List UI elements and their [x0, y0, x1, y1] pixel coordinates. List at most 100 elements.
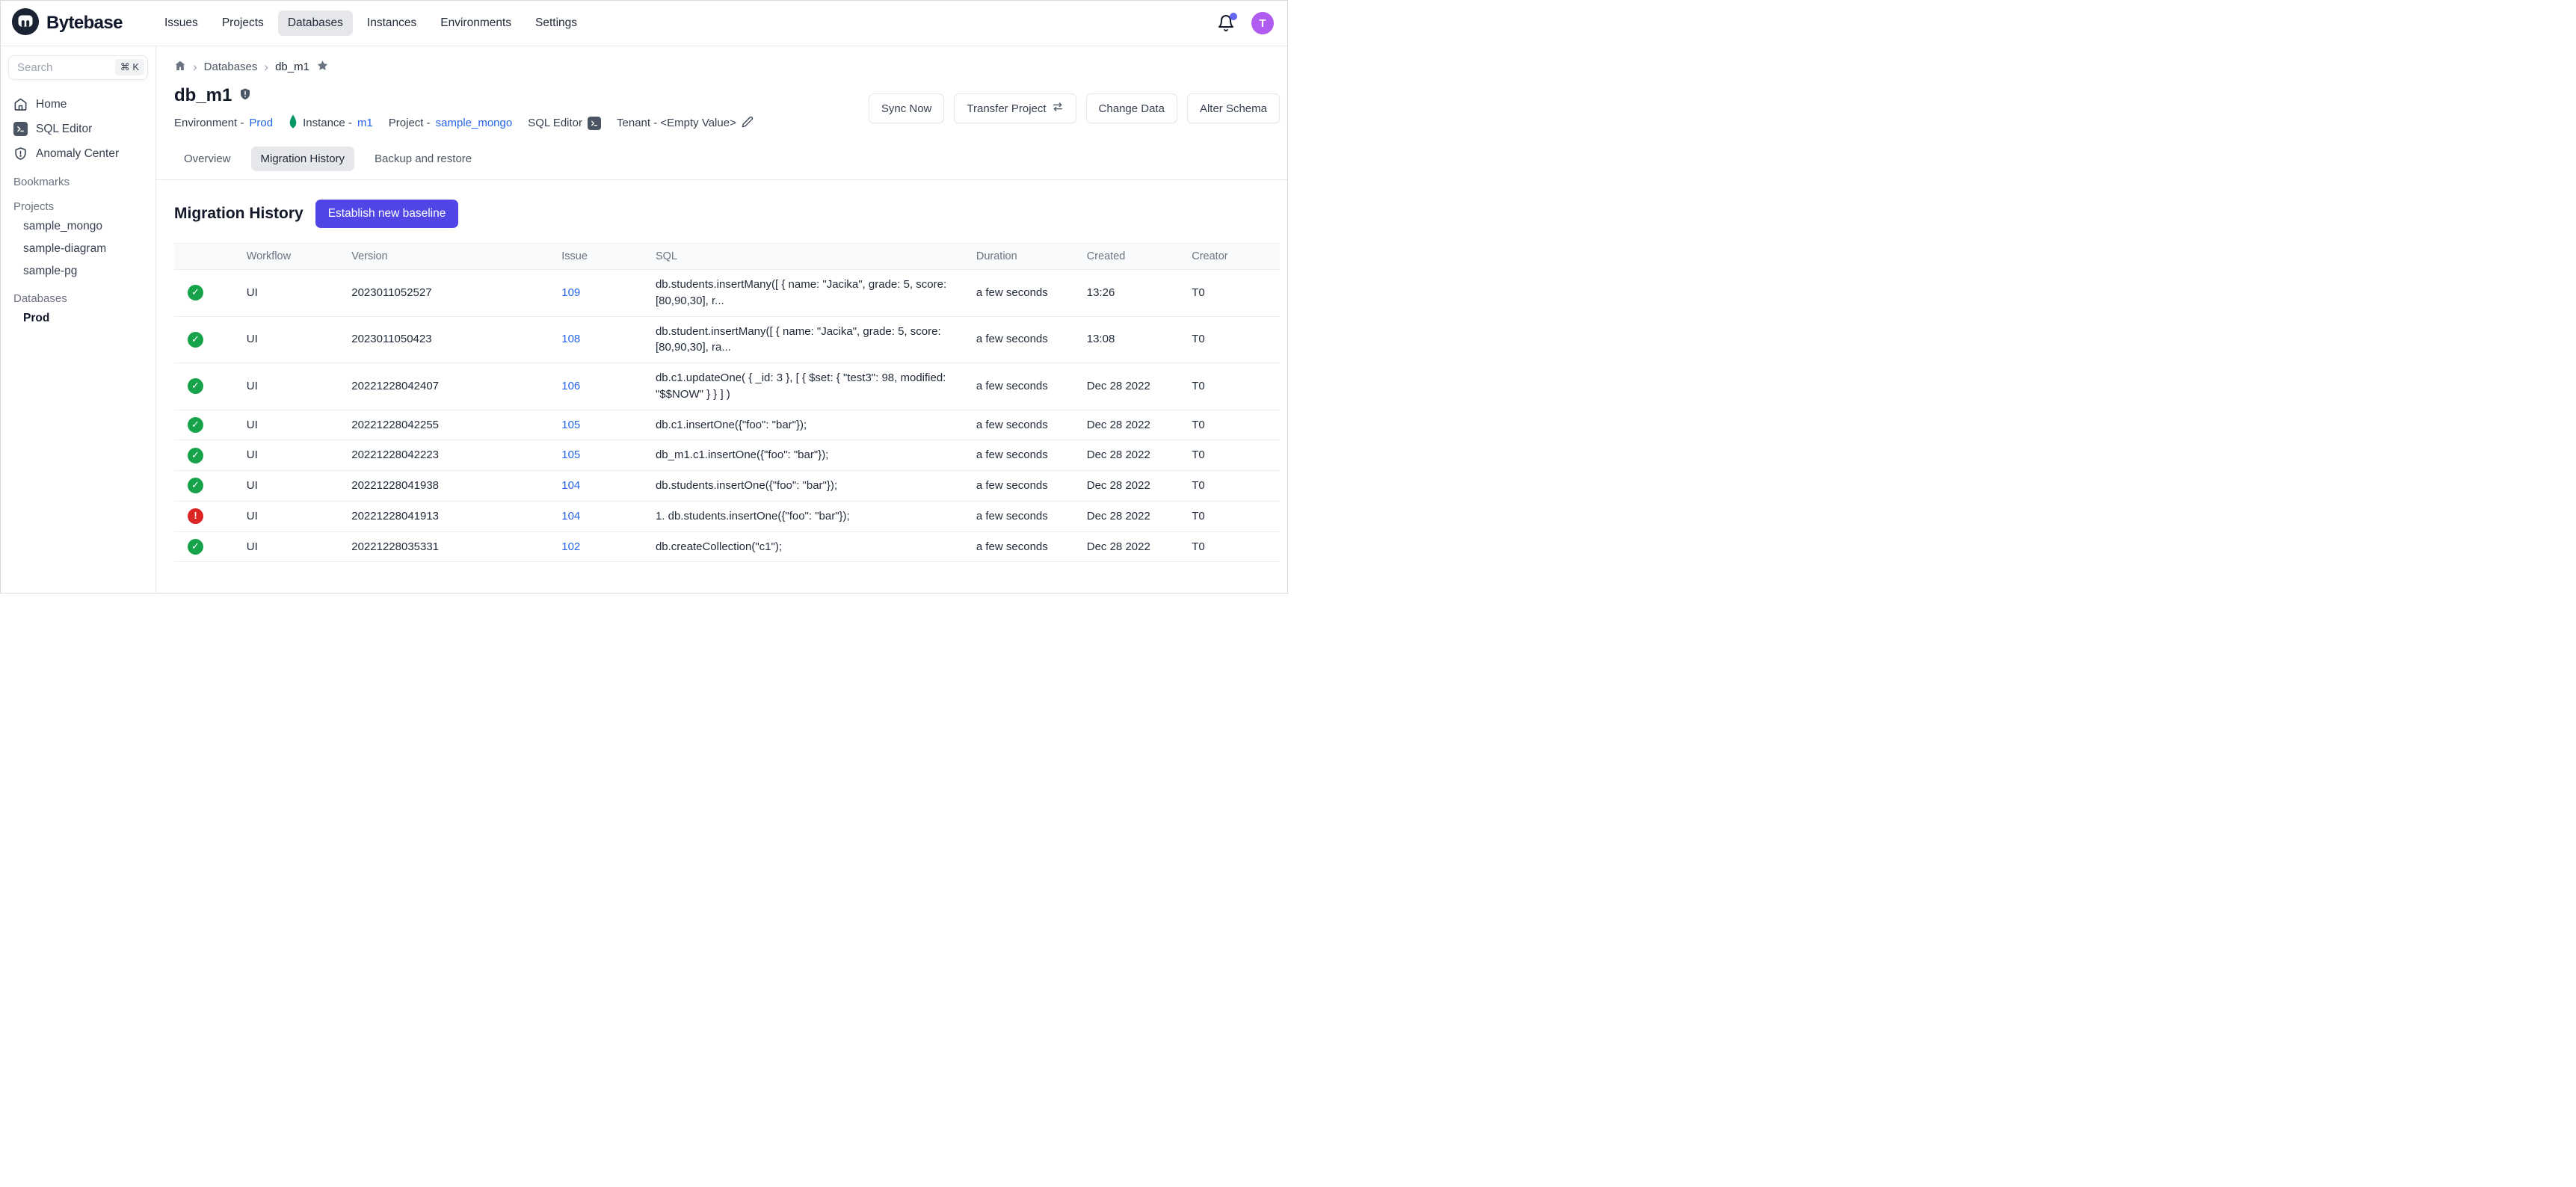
sidebar-item-anomaly-center[interactable]: Anomaly Center — [7, 141, 150, 166]
issue-link[interactable]: 105 — [561, 448, 580, 461]
table-row[interactable]: ✓ UI 20221228042255 105 db.c1.insertOne(… — [174, 410, 1280, 440]
bookmark-star-icon[interactable] — [316, 59, 329, 75]
brand-name: Bytebase — [46, 13, 123, 34]
top-header: Bytebase Issues Projects Databases Insta… — [1, 1, 1287, 46]
change-data-button[interactable]: Change Data — [1086, 93, 1177, 123]
sidebar-item-home[interactable]: Home — [7, 92, 150, 117]
header-right: T — [1217, 12, 1274, 34]
status-error-icon: ! — [188, 508, 203, 524]
issue-link[interactable]: 104 — [561, 479, 580, 492]
title-row: db_m1 Environment - Prod — [174, 85, 1280, 132]
issue-link[interactable]: 109 — [561, 286, 580, 299]
cell-status: ✓ — [174, 410, 241, 440]
cell-creator: T0 — [1186, 363, 1280, 410]
table-row[interactable]: ✓ UI 20221228042407 106 db.c1.updateOne(… — [174, 363, 1280, 410]
table-row[interactable]: ✓ UI 2023011052527 109 db.students.inser… — [174, 270, 1280, 317]
establish-baseline-button[interactable]: Establish new baseline — [315, 200, 459, 228]
table-row[interactable]: ✓ UI 20221228041938 104 db.students.inse… — [174, 471, 1280, 502]
cell-sql: db.student.insertMany([ { name: "Jacika"… — [650, 316, 970, 363]
migration-history-title: Migration History — [174, 205, 303, 223]
sidebar-item-sample-pg[interactable]: sample-pg — [7, 260, 150, 283]
page-title: db_m1 — [174, 85, 232, 106]
nav-issues[interactable]: Issues — [155, 10, 208, 36]
environment-link[interactable]: Prod — [249, 117, 273, 129]
cell-status: ! — [174, 501, 241, 531]
tab-backup-and-restore[interactable]: Backup and restore — [365, 147, 481, 171]
cell-creator: T0 — [1186, 471, 1280, 502]
status-success-icon: ✓ — [188, 285, 203, 300]
sql-editor-label: SQL Editor — [528, 117, 582, 129]
breadcrumb-databases[interactable]: Databases — [204, 61, 258, 73]
cell-issue: 104 — [555, 471, 650, 502]
app-window: Bytebase Issues Projects Databases Insta… — [0, 0, 1288, 594]
search-box: ⌘ K — [8, 55, 148, 80]
cell-created: Dec 28 2022 — [1081, 363, 1186, 410]
bytebase-logo[interactable]: Bytebase — [11, 7, 155, 40]
instance-link[interactable]: m1 — [357, 117, 373, 129]
table-row[interactable]: ✓ UI 20221228042223 105 db_m1.c1.insertO… — [174, 440, 1280, 471]
cell-issue: 104 — [555, 501, 650, 531]
cell-issue: 108 — [555, 316, 650, 363]
nav-settings[interactable]: Settings — [526, 10, 587, 36]
cell-sql: db.students.insertMany([ { name: "Jacika… — [650, 270, 970, 317]
search-shortcut-badge: ⌘ K — [115, 59, 144, 75]
edit-tenant-pencil-icon[interactable] — [742, 116, 754, 131]
table-row[interactable]: ✓ UI 2023011050423 108 db.student.insert… — [174, 316, 1280, 363]
migration-section-header: Migration History Establish new baseline — [174, 200, 1280, 228]
nav-environments[interactable]: Environments — [431, 10, 521, 36]
nav-instances[interactable]: Instances — [357, 10, 426, 36]
nav-projects[interactable]: Projects — [212, 10, 274, 36]
cell-workflow: UI — [241, 471, 346, 502]
tenant-label: Tenant - <Empty Value> — [617, 117, 736, 129]
notification-dot — [1230, 13, 1237, 20]
cell-version: 2023011052527 — [345, 270, 555, 317]
cell-workflow: UI — [241, 410, 346, 440]
sync-now-button[interactable]: Sync Now — [869, 93, 945, 123]
environment-label: Environment - — [174, 117, 244, 129]
issue-link[interactable]: 108 — [561, 333, 580, 345]
cell-duration: a few seconds — [970, 471, 1081, 502]
cell-sql: db.c1.insertOne({"foo": "bar"}); — [650, 410, 970, 440]
cell-version: 2023011050423 — [345, 316, 555, 363]
breadcrumb-home-icon[interactable] — [174, 60, 186, 75]
breadcrumb-separator: › — [193, 61, 197, 73]
col-created: Created — [1081, 244, 1186, 270]
sidebar-item-prod[interactable]: Prod — [7, 307, 150, 330]
cell-workflow: UI — [241, 531, 346, 562]
cell-sql: db.createCollection("c1"); — [650, 531, 970, 562]
avatar[interactable]: T — [1251, 12, 1274, 34]
sidebar-item-sql-editor[interactable]: SQL Editor — [7, 117, 150, 141]
cell-sql: db_m1.c1.insertOne({"foo": "bar"}); — [650, 440, 970, 471]
issue-link[interactable]: 106 — [561, 380, 580, 392]
nav-databases[interactable]: Databases — [278, 10, 353, 36]
notification-bell-icon[interactable] — [1217, 14, 1235, 32]
tab-migration-history[interactable]: Migration History — [251, 147, 355, 171]
cell-status: ✓ — [174, 270, 241, 317]
breadcrumb-current: db_m1 — [275, 61, 309, 73]
sidebar-item-sample-diagram[interactable]: sample-diagram — [7, 238, 150, 260]
issue-link[interactable]: 102 — [561, 540, 580, 553]
cell-duration: a few seconds — [970, 410, 1081, 440]
issue-link[interactable]: 105 — [561, 419, 580, 431]
cell-duration: a few seconds — [970, 316, 1081, 363]
shield-alert-icon — [238, 85, 252, 106]
cell-version: 20221228041913 — [345, 501, 555, 531]
cell-issue: 102 — [555, 531, 650, 562]
issue-link[interactable]: 104 — [561, 510, 580, 522]
sql-editor-link-icon[interactable] — [588, 117, 601, 130]
cell-status: ✓ — [174, 471, 241, 502]
project-link[interactable]: sample_mongo — [436, 117, 513, 129]
table-row[interactable]: ✓ UI 20221228035331 102 db.createCollect… — [174, 531, 1280, 562]
cell-created: Dec 28 2022 — [1081, 501, 1186, 531]
tab-overview[interactable]: Overview — [174, 147, 241, 171]
col-duration: Duration — [970, 244, 1081, 270]
transfer-project-button[interactable]: Transfer Project — [954, 93, 1076, 123]
table-row[interactable]: ! UI 20221228041913 104 1. db.students.i… — [174, 501, 1280, 531]
cell-duration: a few seconds — [970, 531, 1081, 562]
table-header-row: Workflow Version Issue SQL Duration Crea… — [174, 244, 1280, 270]
cell-workflow: UI — [241, 440, 346, 471]
mongodb-leaf-icon — [289, 114, 298, 132]
cell-status: ✓ — [174, 363, 241, 410]
sidebar-item-sample-mongo[interactable]: sample_mongo — [7, 215, 150, 238]
alter-schema-button[interactable]: Alter Schema — [1187, 93, 1280, 123]
